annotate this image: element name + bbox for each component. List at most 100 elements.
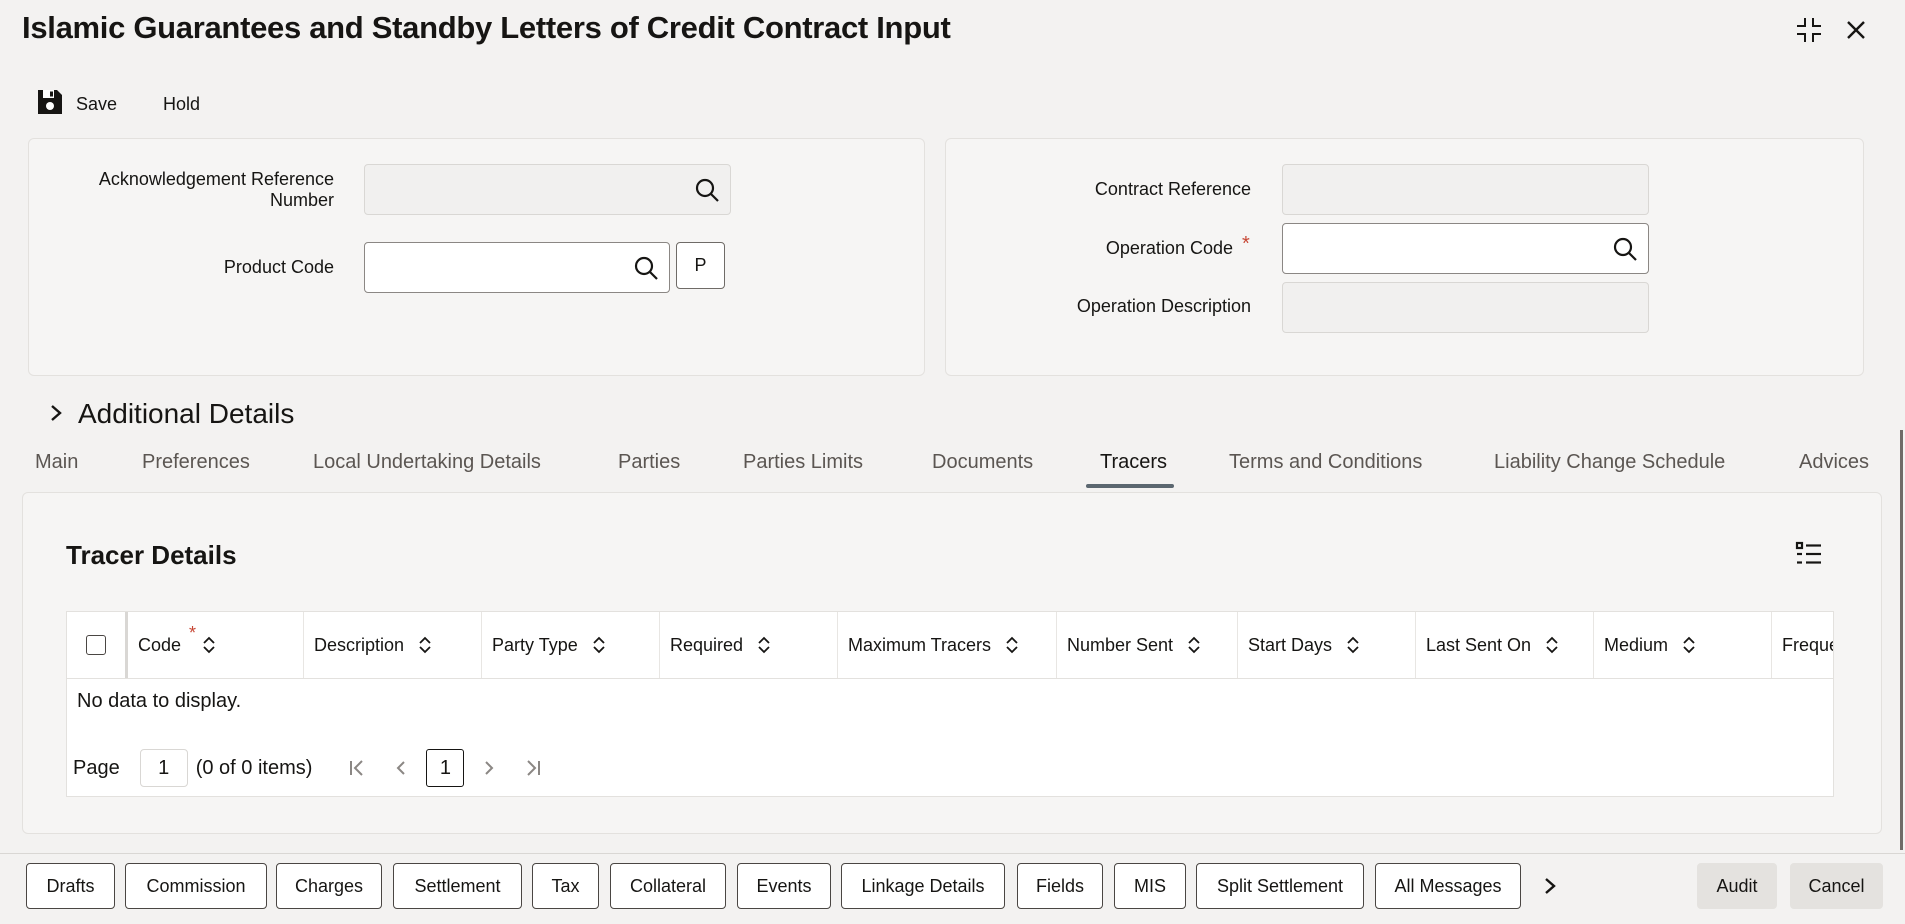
cancel-button[interactable]: Cancel bbox=[1790, 863, 1883, 909]
sort-icon[interactable] bbox=[1346, 636, 1360, 654]
page-input[interactable]: 1 bbox=[139, 749, 188, 787]
tab-main[interactable]: Main bbox=[35, 448, 78, 488]
tab-parties[interactable]: Parties bbox=[618, 448, 680, 488]
audit-button[interactable]: Audit bbox=[1697, 863, 1777, 909]
column-label: Last Sent On bbox=[1426, 634, 1532, 655]
active-tab-indicator bbox=[1086, 484, 1174, 488]
tax-button[interactable]: Tax bbox=[532, 863, 599, 909]
column-label: Required bbox=[670, 634, 744, 655]
select-all-checkbox[interactable] bbox=[86, 635, 106, 655]
linkage-details-button[interactable]: Linkage Details bbox=[841, 863, 1005, 909]
product-code-label: Product Code bbox=[223, 257, 334, 277]
operation-code-label: Operation Code bbox=[1105, 238, 1233, 258]
mis-button[interactable]: MIS bbox=[1114, 863, 1186, 909]
scrollbar[interactable] bbox=[1900, 430, 1903, 850]
current-page[interactable]: 1 bbox=[426, 749, 465, 787]
charges-button[interactable]: Charges bbox=[276, 863, 382, 909]
column-header-number-sent[interactable]: Number Sent bbox=[1056, 612, 1237, 678]
column-header-maximum-tracers[interactable]: Maximum Tracers bbox=[837, 612, 1056, 678]
column-label: Number Sent bbox=[1067, 634, 1174, 655]
tab-parties-limits[interactable]: Parties Limits bbox=[743, 448, 863, 488]
events-button[interactable]: Events bbox=[737, 863, 831, 909]
column-header-last-sent-on[interactable]: Last Sent On bbox=[1415, 612, 1593, 678]
page-label: Page bbox=[73, 756, 120, 779]
chevron-right-icon[interactable] bbox=[1542, 876, 1562, 898]
table-header: Code * Description Party Type Required M… bbox=[67, 612, 1833, 679]
tab-terms-and-conditions[interactable]: Terms and Conditions bbox=[1229, 448, 1422, 488]
search-icon[interactable] bbox=[694, 177, 720, 203]
tab-tracers[interactable]: Tracers bbox=[1100, 448, 1167, 488]
additional-details-toggle[interactable]: Additional Details bbox=[48, 398, 294, 430]
ack-ref-label: Acknowledgement Reference Number bbox=[98, 169, 334, 210]
commission-button[interactable]: Commission bbox=[125, 863, 267, 909]
column-header-start-days[interactable]: Start Days bbox=[1237, 612, 1415, 678]
page-summary: (0 of 0 items) bbox=[195, 756, 313, 779]
tab-bar: Main Preferences Local Undertaking Detai… bbox=[0, 448, 1905, 492]
column-header-code[interactable]: Code * bbox=[125, 612, 303, 678]
column-label: Start Days bbox=[1248, 634, 1333, 655]
chevron-right-icon bbox=[48, 398, 64, 430]
next-page-icon[interactable] bbox=[474, 753, 504, 783]
first-page-icon[interactable] bbox=[342, 753, 372, 783]
save-icon bbox=[36, 88, 64, 121]
footer-bar: Drafts Commission Charges Settlement Tax… bbox=[0, 853, 1905, 924]
save-button[interactable]: Save bbox=[36, 86, 117, 122]
column-header-required[interactable]: Required bbox=[659, 612, 837, 678]
column-label: Medium bbox=[1604, 634, 1669, 655]
collateral-button[interactable]: Collateral bbox=[610, 863, 726, 909]
select-all-checkbox-cell bbox=[67, 612, 125, 678]
section-title: Tracer Details bbox=[66, 540, 237, 570]
contract-ref-field bbox=[1282, 164, 1649, 215]
required-marker: * bbox=[189, 622, 197, 643]
operation-desc-field bbox=[1282, 282, 1649, 333]
tracer-table: Code * Description Party Type Required M… bbox=[66, 611, 1834, 797]
sort-icon[interactable] bbox=[1187, 636, 1201, 654]
sort-icon[interactable] bbox=[757, 636, 771, 654]
column-label: Description bbox=[314, 634, 405, 655]
column-header-frequency[interactable]: Freque bbox=[1771, 612, 1834, 678]
column-label: Maximum Tracers bbox=[848, 634, 992, 655]
no-data-message: No data to display. bbox=[77, 690, 242, 712]
pagination: Page 1 (0 of 0 items) 1 bbox=[73, 748, 548, 788]
product-p-button[interactable]: P bbox=[676, 242, 725, 289]
fields-button[interactable]: Fields bbox=[1017, 863, 1103, 909]
column-header-description[interactable]: Description bbox=[303, 612, 481, 678]
last-page-icon[interactable] bbox=[518, 753, 548, 783]
split-settlement-button[interactable]: Split Settlement bbox=[1196, 863, 1364, 909]
sort-icon[interactable] bbox=[202, 636, 216, 654]
save-label: Save bbox=[76, 93, 118, 114]
sort-icon[interactable] bbox=[1005, 636, 1019, 654]
column-label: Freque bbox=[1782, 634, 1834, 655]
settlement-button[interactable]: Settlement bbox=[393, 863, 522, 909]
tab-local-undertaking-details[interactable]: Local Undertaking Details bbox=[313, 448, 541, 488]
operation-code-field[interactable] bbox=[1282, 223, 1649, 274]
all-messages-button[interactable]: All Messages bbox=[1375, 863, 1521, 909]
required-marker: * bbox=[1242, 233, 1250, 255]
additional-details-label: Additional Details bbox=[78, 398, 295, 429]
column-label: Code bbox=[138, 634, 182, 655]
prev-page-icon[interactable] bbox=[386, 753, 416, 783]
hold-button[interactable]: Hold bbox=[163, 86, 200, 122]
ack-ref-field[interactable] bbox=[364, 164, 731, 215]
page-title: Islamic Guarantees and Standby Letters o… bbox=[22, 10, 951, 45]
tab-advices[interactable]: Advices bbox=[1799, 448, 1869, 488]
sort-icon[interactable] bbox=[1545, 636, 1559, 654]
minimize-icon[interactable] bbox=[1793, 14, 1825, 46]
column-list-icon[interactable] bbox=[1795, 540, 1825, 570]
sort-icon[interactable] bbox=[1682, 636, 1696, 654]
column-header-medium[interactable]: Medium bbox=[1593, 612, 1771, 678]
search-icon[interactable] bbox=[1612, 236, 1638, 262]
drafts-button[interactable]: Drafts bbox=[26, 863, 115, 909]
close-icon[interactable] bbox=[1840, 14, 1872, 46]
product-code-field[interactable] bbox=[364, 242, 670, 293]
sort-icon[interactable] bbox=[418, 636, 432, 654]
tab-preferences[interactable]: Preferences bbox=[142, 448, 250, 488]
search-icon[interactable] bbox=[633, 255, 659, 281]
tab-liability-change-schedule[interactable]: Liability Change Schedule bbox=[1494, 448, 1725, 488]
sort-icon[interactable] bbox=[592, 636, 606, 654]
column-header-party-type[interactable]: Party Type bbox=[481, 612, 659, 678]
operation-desc-label: Operation Description bbox=[1076, 296, 1251, 316]
tab-documents[interactable]: Documents bbox=[932, 448, 1033, 488]
column-label: Party Type bbox=[492, 634, 578, 655]
contract-ref-label: Contract Reference bbox=[1094, 179, 1251, 199]
